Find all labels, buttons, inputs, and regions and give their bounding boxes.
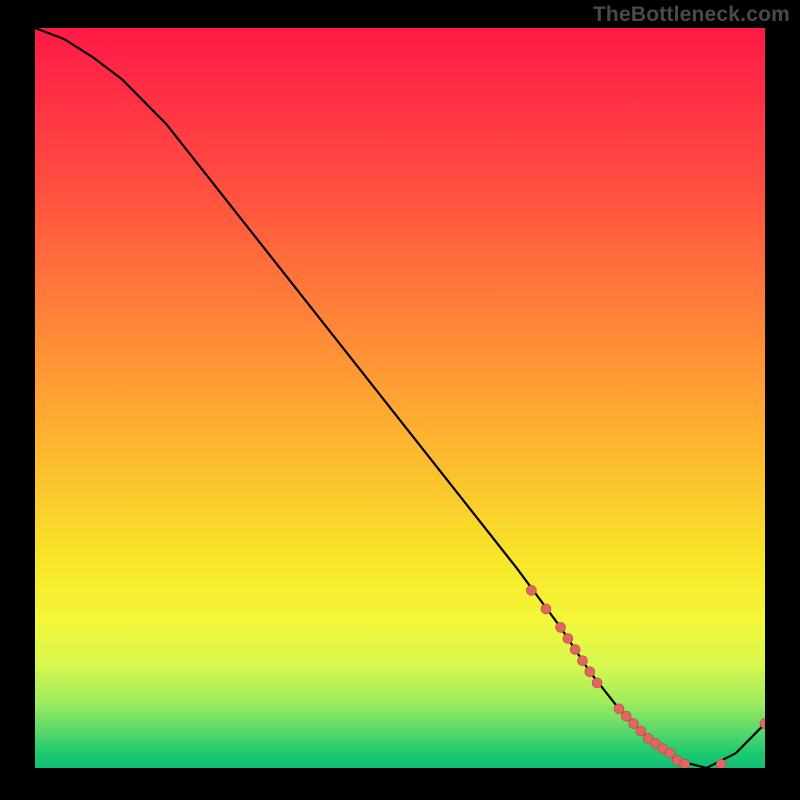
marker-dot (629, 719, 639, 729)
marker-dot (570, 645, 580, 655)
marker-dot (592, 678, 602, 688)
marker-dot (665, 748, 675, 758)
marker-points (526, 585, 765, 768)
chart-canvas: TheBottleneck.com (0, 0, 800, 800)
marker-dot (636, 726, 646, 736)
marker-dot (614, 704, 624, 714)
marker-dot (556, 622, 566, 632)
watermark-text: TheBottleneck.com (593, 3, 790, 27)
marker-dot (578, 656, 588, 666)
marker-dot (526, 585, 536, 595)
chart-svg (35, 28, 765, 768)
marker-dot (680, 759, 690, 768)
marker-dot (563, 634, 573, 644)
plot-area (35, 28, 765, 768)
marker-dot (541, 604, 551, 614)
bottleneck-curve (35, 28, 765, 768)
marker-dot (621, 711, 631, 721)
marker-dot (585, 667, 595, 677)
marker-dot (716, 759, 726, 768)
